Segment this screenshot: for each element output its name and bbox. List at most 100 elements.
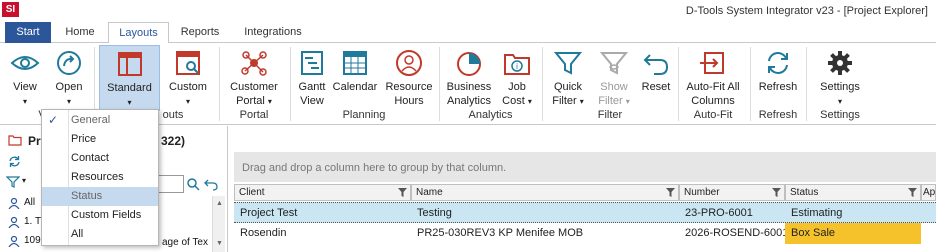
separator bbox=[439, 47, 440, 121]
group-label-refresh: Refresh bbox=[758, 109, 798, 121]
cell-number: 23-PRO-6001 bbox=[685, 207, 753, 219]
group-label-analytics: Analytics bbox=[468, 109, 513, 121]
column-header-app[interactable]: App bbox=[921, 184, 936, 201]
tab-layouts[interactable]: Layouts bbox=[108, 22, 169, 44]
menu-item-price[interactable]: Price bbox=[42, 130, 158, 149]
filter-caret-icon[interactable]: ▾ bbox=[22, 176, 26, 185]
calendar-button[interactable]: Calendar bbox=[332, 45, 378, 111]
resource-hours-button[interactable]: Resource Hours bbox=[383, 45, 435, 111]
group-label-planning: Planning bbox=[342, 109, 386, 121]
column-header-client[interactable]: Client bbox=[234, 184, 411, 201]
settings-button[interactable]: Settings ▾ bbox=[812, 45, 868, 111]
column-header-name[interactable]: Name bbox=[411, 184, 679, 201]
menu-item-status[interactable]: Status bbox=[42, 187, 158, 206]
undo-arrow-icon bbox=[643, 54, 669, 75]
column-header-label: Status bbox=[790, 187, 819, 198]
scroll-up-icon[interactable]: ▲ bbox=[216, 200, 223, 207]
cell-client: Rosendin bbox=[240, 227, 287, 239]
show-filter-button[interactable]: Show Filter ▾ bbox=[592, 45, 636, 111]
menu-item-label: Contact bbox=[71, 152, 109, 164]
show-filter-label-2: Filter bbox=[598, 95, 623, 107]
job-cost-button[interactable]: i Job Cost ▾ bbox=[498, 45, 536, 111]
table-row[interactable]: Project Test Testing 23-PRO-6001 Estimat… bbox=[234, 202, 936, 223]
projects-grid: Drag and drop a column here to group by … bbox=[228, 152, 936, 252]
menu-item-general[interactable]: ✓ General bbox=[42, 111, 158, 130]
reset-label: Reset bbox=[641, 81, 671, 93]
menu-item-label: Price bbox=[71, 133, 97, 145]
quick-filter-label-2: Filter bbox=[552, 95, 577, 107]
menu-item-custom-fields[interactable]: Custom Fields bbox=[42, 206, 158, 225]
reset-button[interactable]: Reset bbox=[638, 45, 674, 111]
menu-item-resources[interactable]: Resources bbox=[42, 168, 158, 187]
filter-icon[interactable] bbox=[6, 176, 20, 188]
scroll-down-icon[interactable]: ▼ bbox=[216, 240, 223, 247]
cell-name: Testing bbox=[417, 207, 452, 219]
calendar-icon bbox=[343, 51, 367, 75]
column-header-label: Number bbox=[684, 187, 720, 198]
group-label-portal: Portal bbox=[239, 109, 269, 121]
undo-icon[interactable] bbox=[204, 177, 218, 191]
column-filter-icon[interactable] bbox=[666, 188, 675, 197]
gantt-chart-icon bbox=[301, 51, 323, 75]
job-cost-label-2: Cost bbox=[502, 95, 525, 107]
tree-item-all[interactable]: All bbox=[24, 197, 35, 208]
menu-item-all[interactable]: All bbox=[42, 225, 158, 244]
cell-number: 2026-ROSEND-6001 bbox=[685, 227, 785, 239]
menu-item-label: Status bbox=[71, 190, 103, 202]
group-by-panel[interactable]: Drag and drop a column here to group by … bbox=[234, 152, 936, 182]
business-analytics-label-2: Analytics bbox=[446, 95, 492, 107]
quick-filter-button[interactable]: Quick Filter ▾ bbox=[546, 45, 590, 111]
separator bbox=[750, 47, 751, 121]
business-analytics-button[interactable]: Business Analytics bbox=[443, 45, 495, 111]
user-icon bbox=[8, 216, 20, 228]
menu-item-contact[interactable]: Contact bbox=[42, 149, 158, 168]
open-button[interactable]: Open ▾ bbox=[48, 45, 90, 111]
funnel-icon bbox=[553, 52, 583, 75]
cell-client: Project Test bbox=[240, 207, 298, 219]
column-filter-icon[interactable] bbox=[772, 188, 781, 197]
autofit-label-1: Auto-Fit All bbox=[686, 81, 740, 93]
column-header-number[interactable]: Number bbox=[679, 184, 785, 201]
group-label-autofit: Auto-Fit bbox=[693, 109, 733, 121]
group-label-filter: Filter bbox=[597, 109, 623, 121]
panel-count: 322) bbox=[161, 134, 186, 148]
menu-item-label: Custom Fields bbox=[71, 209, 142, 221]
view-button[interactable]: View ▾ bbox=[4, 45, 46, 111]
tab-home[interactable]: Home bbox=[56, 22, 104, 43]
window-title: D-Tools System Integrator v23 - [Project… bbox=[685, 5, 928, 17]
separator bbox=[219, 47, 220, 121]
gantt-label-2: View bbox=[300, 95, 324, 107]
job-cost-label-1: Job bbox=[508, 81, 526, 93]
tab-reports[interactable]: Reports bbox=[172, 22, 228, 43]
custom-layout-icon bbox=[176, 51, 200, 75]
tree-item[interactable]: 1. T bbox=[24, 216, 41, 227]
column-filter-icon[interactable] bbox=[398, 188, 407, 197]
standard-button[interactable]: Standard ▾ bbox=[99, 45, 160, 111]
tree-item[interactable]: 109 bbox=[24, 235, 41, 246]
tree-scrollbar[interactable]: ▲ ▼ bbox=[212, 196, 225, 252]
table-row[interactable]: Rosendin PR25-030REV3 KP Menifee MOB 202… bbox=[234, 223, 936, 244]
column-header-status[interactable]: Status bbox=[785, 184, 921, 201]
custom-button[interactable]: Custom ▾ bbox=[164, 45, 212, 111]
standard-label: Standard bbox=[107, 82, 152, 94]
column-filter-icon[interactable] bbox=[908, 188, 917, 197]
tab-start[interactable]: Start bbox=[5, 22, 51, 43]
gantt-view-button[interactable]: Gantt View bbox=[294, 45, 330, 111]
column-header-label: App bbox=[923, 187, 936, 198]
svg-text:i: i bbox=[516, 62, 518, 71]
cell-name: PR25-030REV3 KP Menifee MOB bbox=[417, 227, 584, 239]
group-label-settings: Settings bbox=[820, 109, 860, 121]
app-logo: SI bbox=[2, 2, 19, 17]
refresh-icon[interactable] bbox=[8, 155, 21, 168]
tab-integrations[interactable]: Integrations bbox=[232, 22, 314, 43]
open-arrow-icon bbox=[57, 51, 81, 75]
customer-portal-button[interactable]: Customer Portal ▾ bbox=[224, 45, 284, 111]
refresh-button[interactable]: Refresh bbox=[755, 45, 801, 111]
search-icon[interactable] bbox=[186, 177, 200, 191]
autofit-columns-button[interactable]: Auto-Fit All Columns bbox=[682, 45, 744, 111]
resource-clock-icon bbox=[396, 50, 422, 76]
ribbon-tabs: Start Home Layouts Reports Integrations bbox=[0, 22, 936, 44]
table-layout-icon bbox=[117, 52, 142, 76]
column-header-label: Client bbox=[239, 187, 265, 198]
gantt-label-1: Gantt bbox=[298, 81, 326, 93]
